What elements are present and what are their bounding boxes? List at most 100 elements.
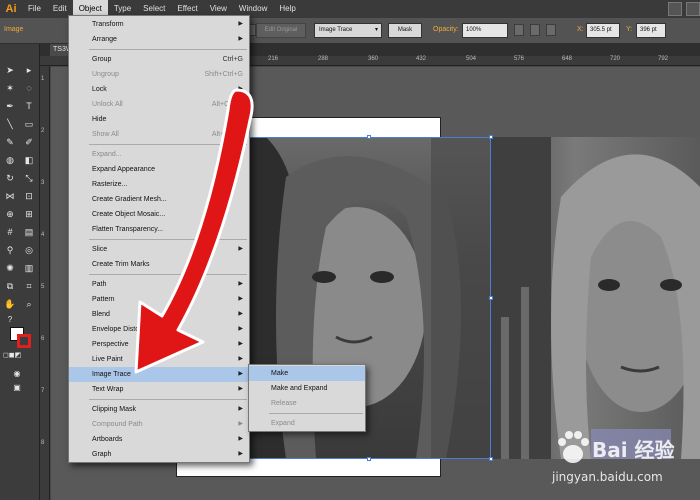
resize-handle[interactable] <box>367 457 371 461</box>
shape-builder-tool-icon[interactable]: ⊕ <box>3 208 17 220</box>
opacity-field[interactable]: 100% <box>462 23 508 38</box>
object-menu-item-transform[interactable]: Transform ▶ <box>69 17 249 32</box>
gradient-tool-icon[interactable]: ▤ <box>22 226 36 238</box>
rotate-tool-icon[interactable]: ↻ <box>3 172 17 184</box>
slice-tool-icon[interactable]: ⌗ <box>22 280 36 292</box>
magic-wand-tool-icon[interactable]: ✶ <box>3 82 17 94</box>
selection-type-label[interactable]: Image <box>4 26 23 33</box>
direct-selection-tool-icon[interactable]: ▸ <box>22 64 36 76</box>
eraser-tool-icon[interactable]: ◧ <box>22 154 36 166</box>
object-menu-item-flatten-transparency[interactable]: Flatten Transparency... <box>69 222 249 237</box>
resize-handle[interactable] <box>367 135 371 139</box>
ruler-label: 4 <box>41 232 45 238</box>
watermark: Bai 经验 jingyan.baidu.com <box>542 430 692 494</box>
bridge-icon[interactable] <box>668 2 682 16</box>
free-transform-tool-icon[interactable]: ⊡ <box>22 190 36 202</box>
submenu-arrow-icon: ▶ <box>238 36 243 42</box>
ruler-label: 792 <box>658 56 669 62</box>
rectangle-tool-icon[interactable]: ▭ <box>22 118 36 130</box>
object-menu-item-arrange[interactable]: Arrange ▶ <box>69 32 249 47</box>
menu-file[interactable]: File <box>22 0 47 18</box>
submenu-arrow-icon: ▶ <box>238 436 243 442</box>
stroke-swatch-icon[interactable] <box>17 334 31 348</box>
perspective-grid-tool-icon[interactable]: ⊞ <box>22 208 36 220</box>
zoom-tool-icon[interactable]: ⌕ <box>22 298 36 310</box>
ruler-label: 288 <box>318 56 329 62</box>
symbol-sprayer-tool-icon[interactable]: ✺ <box>3 262 17 274</box>
resize-handle[interactable] <box>489 457 493 461</box>
object-menu-item-live-paint[interactable]: Live Paint ▶ <box>69 352 249 367</box>
align-icon[interactable] <box>514 24 524 36</box>
object-menu-item-text-wrap[interactable]: Text Wrap ▶ <box>69 382 249 397</box>
ruler-label: 432 <box>416 56 427 62</box>
menu-item-label: Live Paint <box>92 356 123 363</box>
reference-point-icon[interactable] <box>546 24 556 36</box>
scale-tool-icon[interactable]: ⤡ <box>22 172 36 184</box>
edit-original-button[interactable]: Edit Original <box>256 23 306 38</box>
x-field[interactable]: 305.5 pt <box>586 23 620 38</box>
submenu-arrow-icon: ▶ <box>238 296 243 302</box>
menu-item-label: Create Gradient Mesh... <box>92 196 167 203</box>
image-trace-button[interactable]: Image Trace <box>314 23 382 38</box>
selection-tool-icon[interactable]: ➤ <box>3 64 17 76</box>
pen-tool-icon[interactable]: ✒ <box>3 100 17 112</box>
mesh-tool-icon[interactable]: # <box>3 226 17 238</box>
x-label: X: <box>577 26 584 33</box>
image-trace-item-make-and-expand[interactable]: Make and Expand <box>249 381 365 396</box>
color-mode-icons[interactable]: ◻◼◩ <box>3 350 21 362</box>
arrange-documents-icon[interactable] <box>686 2 700 16</box>
menu-item-label: Compound Path <box>92 421 143 428</box>
image-trace-item-make[interactable]: Make <box>249 366 365 381</box>
menu-item-label: Image Trace <box>92 371 131 378</box>
paintbrush-tool-icon[interactable]: ✎ <box>3 136 17 148</box>
object-menu-item-path[interactable]: Path ▶ <box>69 277 249 292</box>
lasso-tool-icon[interactable]: ◌ <box>22 82 36 94</box>
transform-icon[interactable] <box>530 24 540 36</box>
object-menu-item-create-object-mosaic[interactable]: Create Object Mosaic... <box>69 207 249 222</box>
type-tool-icon[interactable]: T <box>22 100 36 112</box>
submenu-arrow-icon: ▶ <box>238 86 243 92</box>
blend-tool-icon[interactable]: ◎ <box>22 244 36 256</box>
object-menu-item-slice[interactable]: Slice ▶ <box>69 242 249 257</box>
object-menu-item-hide[interactable]: Hide ▶ <box>69 112 249 127</box>
object-menu-item-pattern[interactable]: Pattern ▶ <box>69 292 249 307</box>
resize-handle[interactable] <box>489 296 493 300</box>
line-tool-icon[interactable]: ╲ <box>3 118 17 130</box>
pencil-tool-icon[interactable]: ✐ <box>22 136 36 148</box>
menu-item-label: Show All <box>92 131 119 138</box>
y-field[interactable]: 396 pt <box>636 23 666 38</box>
drawing-mode-icon[interactable]: ◉ <box>10 368 24 380</box>
ruler-label: 648 <box>562 56 573 62</box>
object-menu-item-create-gradient-mesh[interactable]: Create Gradient Mesh... <box>69 192 249 207</box>
column-graph-tool-icon[interactable]: ▥ <box>22 262 36 274</box>
object-menu-item-lock[interactable]: Lock ▶ <box>69 82 249 97</box>
object-menu-item-blend[interactable]: Blend ▶ <box>69 307 249 322</box>
object-menu-item-image-trace[interactable]: Image Trace ▶ <box>69 367 249 382</box>
object-menu-item-envelope-distort[interactable]: Envelope Distort ▶ <box>69 322 249 337</box>
object-menu-item-expand-appearance[interactable]: Expand Appearance <box>69 162 249 177</box>
object-menu-item-rasterize[interactable]: Rasterize... <box>69 177 249 192</box>
mask-button[interactable]: Mask <box>388 23 422 38</box>
submenu-arrow-icon: ▶ <box>238 356 243 362</box>
screen-mode-icon[interactable]: ▣ <box>10 382 24 394</box>
help-icon[interactable]: ? <box>3 314 17 326</box>
width-tool-icon[interactable]: ⋈ <box>3 190 17 202</box>
object-menu-item-artboards[interactable]: Artboards ▶ <box>69 432 249 447</box>
artboard-tool-icon[interactable]: ⧉ <box>3 280 17 292</box>
hand-tool-icon[interactable]: ✋ <box>3 298 17 310</box>
object-menu-item-clipping-mask[interactable]: Clipping Mask ▶ <box>69 402 249 417</box>
menu-item-label: Blend <box>92 311 110 318</box>
blob-brush-tool-icon[interactable]: ◍ <box>3 154 17 166</box>
resize-handle[interactable] <box>489 135 493 139</box>
eyedropper-tool-icon[interactable]: ⚲ <box>3 244 17 256</box>
placed-image-right[interactable] <box>491 137 700 459</box>
opacity-label[interactable]: Opacity: <box>433 26 459 33</box>
menu-item-label: Flatten Transparency... <box>92 226 164 233</box>
object-menu-item-create-trim-marks[interactable]: Create Trim Marks <box>69 257 249 272</box>
menu-help[interactable]: Help <box>273 0 301 18</box>
object-menu-item-graph[interactable]: Graph ▶ <box>69 447 249 462</box>
menu-item-label: Expand Appearance <box>92 166 156 173</box>
object-menu-item-perspective[interactable]: Perspective ▶ <box>69 337 249 352</box>
menu-separator <box>89 274 247 275</box>
object-menu-item-group[interactable]: Group Ctrl+G <box>69 52 249 67</box>
